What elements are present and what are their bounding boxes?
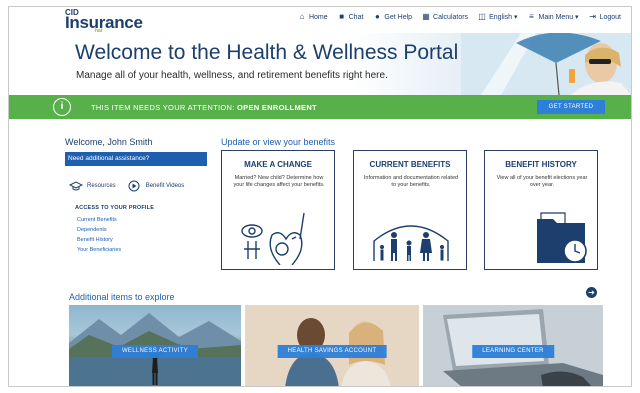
nav-get-help[interactable]: ● Get Help xyxy=(373,13,412,21)
tile-label: LEARNING CENTER xyxy=(472,345,554,358)
alert-prefix: THIS ITEM NEEDS YOUR ATTENTION: xyxy=(91,103,235,112)
benefit-videos-link[interactable]: Benefit Videos xyxy=(128,180,185,192)
current-benefits-card[interactable]: CURRENT BENEFITS Information and documen… xyxy=(353,150,467,270)
tile-label: HEALTH SAVINGS ACCOUNT xyxy=(277,345,387,358)
enrollment-alert-bar: i THIS ITEM NEEDS YOUR ATTENTION: OPEN E… xyxy=(9,95,631,119)
calculator-icon: ▦ xyxy=(422,12,430,21)
card-description: View all of your benefit elections year … xyxy=(496,175,588,188)
language-icon: ◫ xyxy=(478,12,486,21)
health-savings-account-tile[interactable]: HEALTH SAVINGS ACCOUNT xyxy=(245,305,419,386)
quick-links: Resources Benefit Videos xyxy=(69,180,184,192)
quick-link-label: Resources xyxy=(87,183,116,189)
profile-link-current-benefits[interactable]: Current Benefits xyxy=(77,215,121,225)
learning-center-tile[interactable]: LEARNING CENTER xyxy=(423,305,603,386)
assistance-button[interactable]: Need additional assistance? xyxy=(65,152,207,166)
resources-link[interactable]: Resources xyxy=(69,180,116,192)
benefit-history-card[interactable]: BENEFIT HISTORY View all of your benefit… xyxy=(484,150,598,270)
nav-home[interactable]: ⌂ Home xyxy=(298,13,328,21)
nav-label: Logout xyxy=(599,13,621,21)
hero-banner: Welcome to the Health & Wellness Portal … xyxy=(9,33,631,95)
nav-label: Get Help xyxy=(384,13,413,21)
profile-link-beneficiaries[interactable]: Your Beneficiaries xyxy=(77,245,121,255)
card-title: MAKE A CHANGE xyxy=(244,160,312,169)
get-started-button[interactable]: GET STARTED xyxy=(537,100,605,114)
hero-image xyxy=(461,33,631,95)
profile-link-dependents[interactable]: Dependents xyxy=(77,225,121,235)
additional-items-title: Additional items to explore xyxy=(69,292,175,302)
nav-label: Chat xyxy=(348,13,364,21)
life-events-icon xyxy=(241,212,305,265)
wellness-activity-tile[interactable]: WELLNESS ACTIVITY xyxy=(69,305,241,386)
chat-icon: ■ xyxy=(339,12,345,21)
welcome-text: Welcome, John Smith xyxy=(65,137,153,147)
profile-heading: ACCESS TO YOUR PROFILE xyxy=(75,205,155,211)
hero-subtitle: Manage all of your health, wellness, and… xyxy=(76,70,388,81)
logo[interactable]: CID Insurance hat xyxy=(65,8,145,34)
arrow-right-icon[interactable]: ➔ xyxy=(586,287,597,298)
card-title: CURRENT BENEFITS xyxy=(369,160,451,169)
tile-label: WELLNESS ACTIVITY xyxy=(111,345,199,358)
update-section-title: Update or view your benefits xyxy=(221,137,336,147)
folder-clock-icon xyxy=(537,212,587,263)
alert-message: THIS ITEM NEEDS YOUR ATTENTION: OPEN ENR… xyxy=(91,103,317,112)
hero-title: Welcome to the Health & Wellness Portal xyxy=(75,41,459,64)
logo-main: Insurance xyxy=(65,13,143,32)
nav-logout[interactable]: ⇥ Logout xyxy=(589,13,621,21)
alert-emphasis: OPEN ENROLLMENT xyxy=(237,103,317,112)
top-nav: ⌂ Home ■ Chat ● Get Help ▦ Calculators ◫… xyxy=(298,12,621,22)
help-icon: ● xyxy=(375,12,380,21)
nav-label: Calculators xyxy=(433,13,469,21)
profile-links: Current Benefits Dependents Benefit Hist… xyxy=(77,215,121,255)
graduation-cap-icon xyxy=(69,181,83,191)
card-description: Information and documentation related to… xyxy=(363,175,459,188)
logout-icon: ⇥ xyxy=(589,12,596,21)
make-a-change-card[interactable]: MAKE A CHANGE Married? New child? Determ… xyxy=(221,150,335,270)
nav-calculators[interactable]: ▦ Calculators xyxy=(422,13,468,21)
nav-label: Home xyxy=(308,13,328,21)
page-frame: CID Insurance hat ⌂ Home ■ Chat ● Get He… xyxy=(8,6,632,387)
nav-label: Main Menu ▾ xyxy=(538,14,579,21)
menu-icon: ≡ xyxy=(529,12,534,21)
play-icon xyxy=(128,180,140,192)
family-umbrella-icon xyxy=(373,225,449,261)
profile-link-benefit-history[interactable]: Benefit History xyxy=(77,235,121,245)
nav-label: English ▾ xyxy=(489,14,518,21)
home-icon: ⌂ xyxy=(299,12,305,21)
nav-chat[interactable]: ■ Chat xyxy=(338,12,364,21)
top-header: CID Insurance hat ⌂ Home ■ Chat ● Get He… xyxy=(9,7,631,34)
nav-main-menu[interactable]: ≡ Main Menu ▾ xyxy=(527,12,579,22)
quick-link-label: Benefit Videos xyxy=(145,183,185,189)
info-icon: i xyxy=(53,98,71,116)
card-description: Married? New child? Determine how your l… xyxy=(233,175,325,188)
card-title: BENEFIT HISTORY xyxy=(505,160,577,169)
nav-language[interactable]: ◫ English ▾ xyxy=(478,12,518,22)
